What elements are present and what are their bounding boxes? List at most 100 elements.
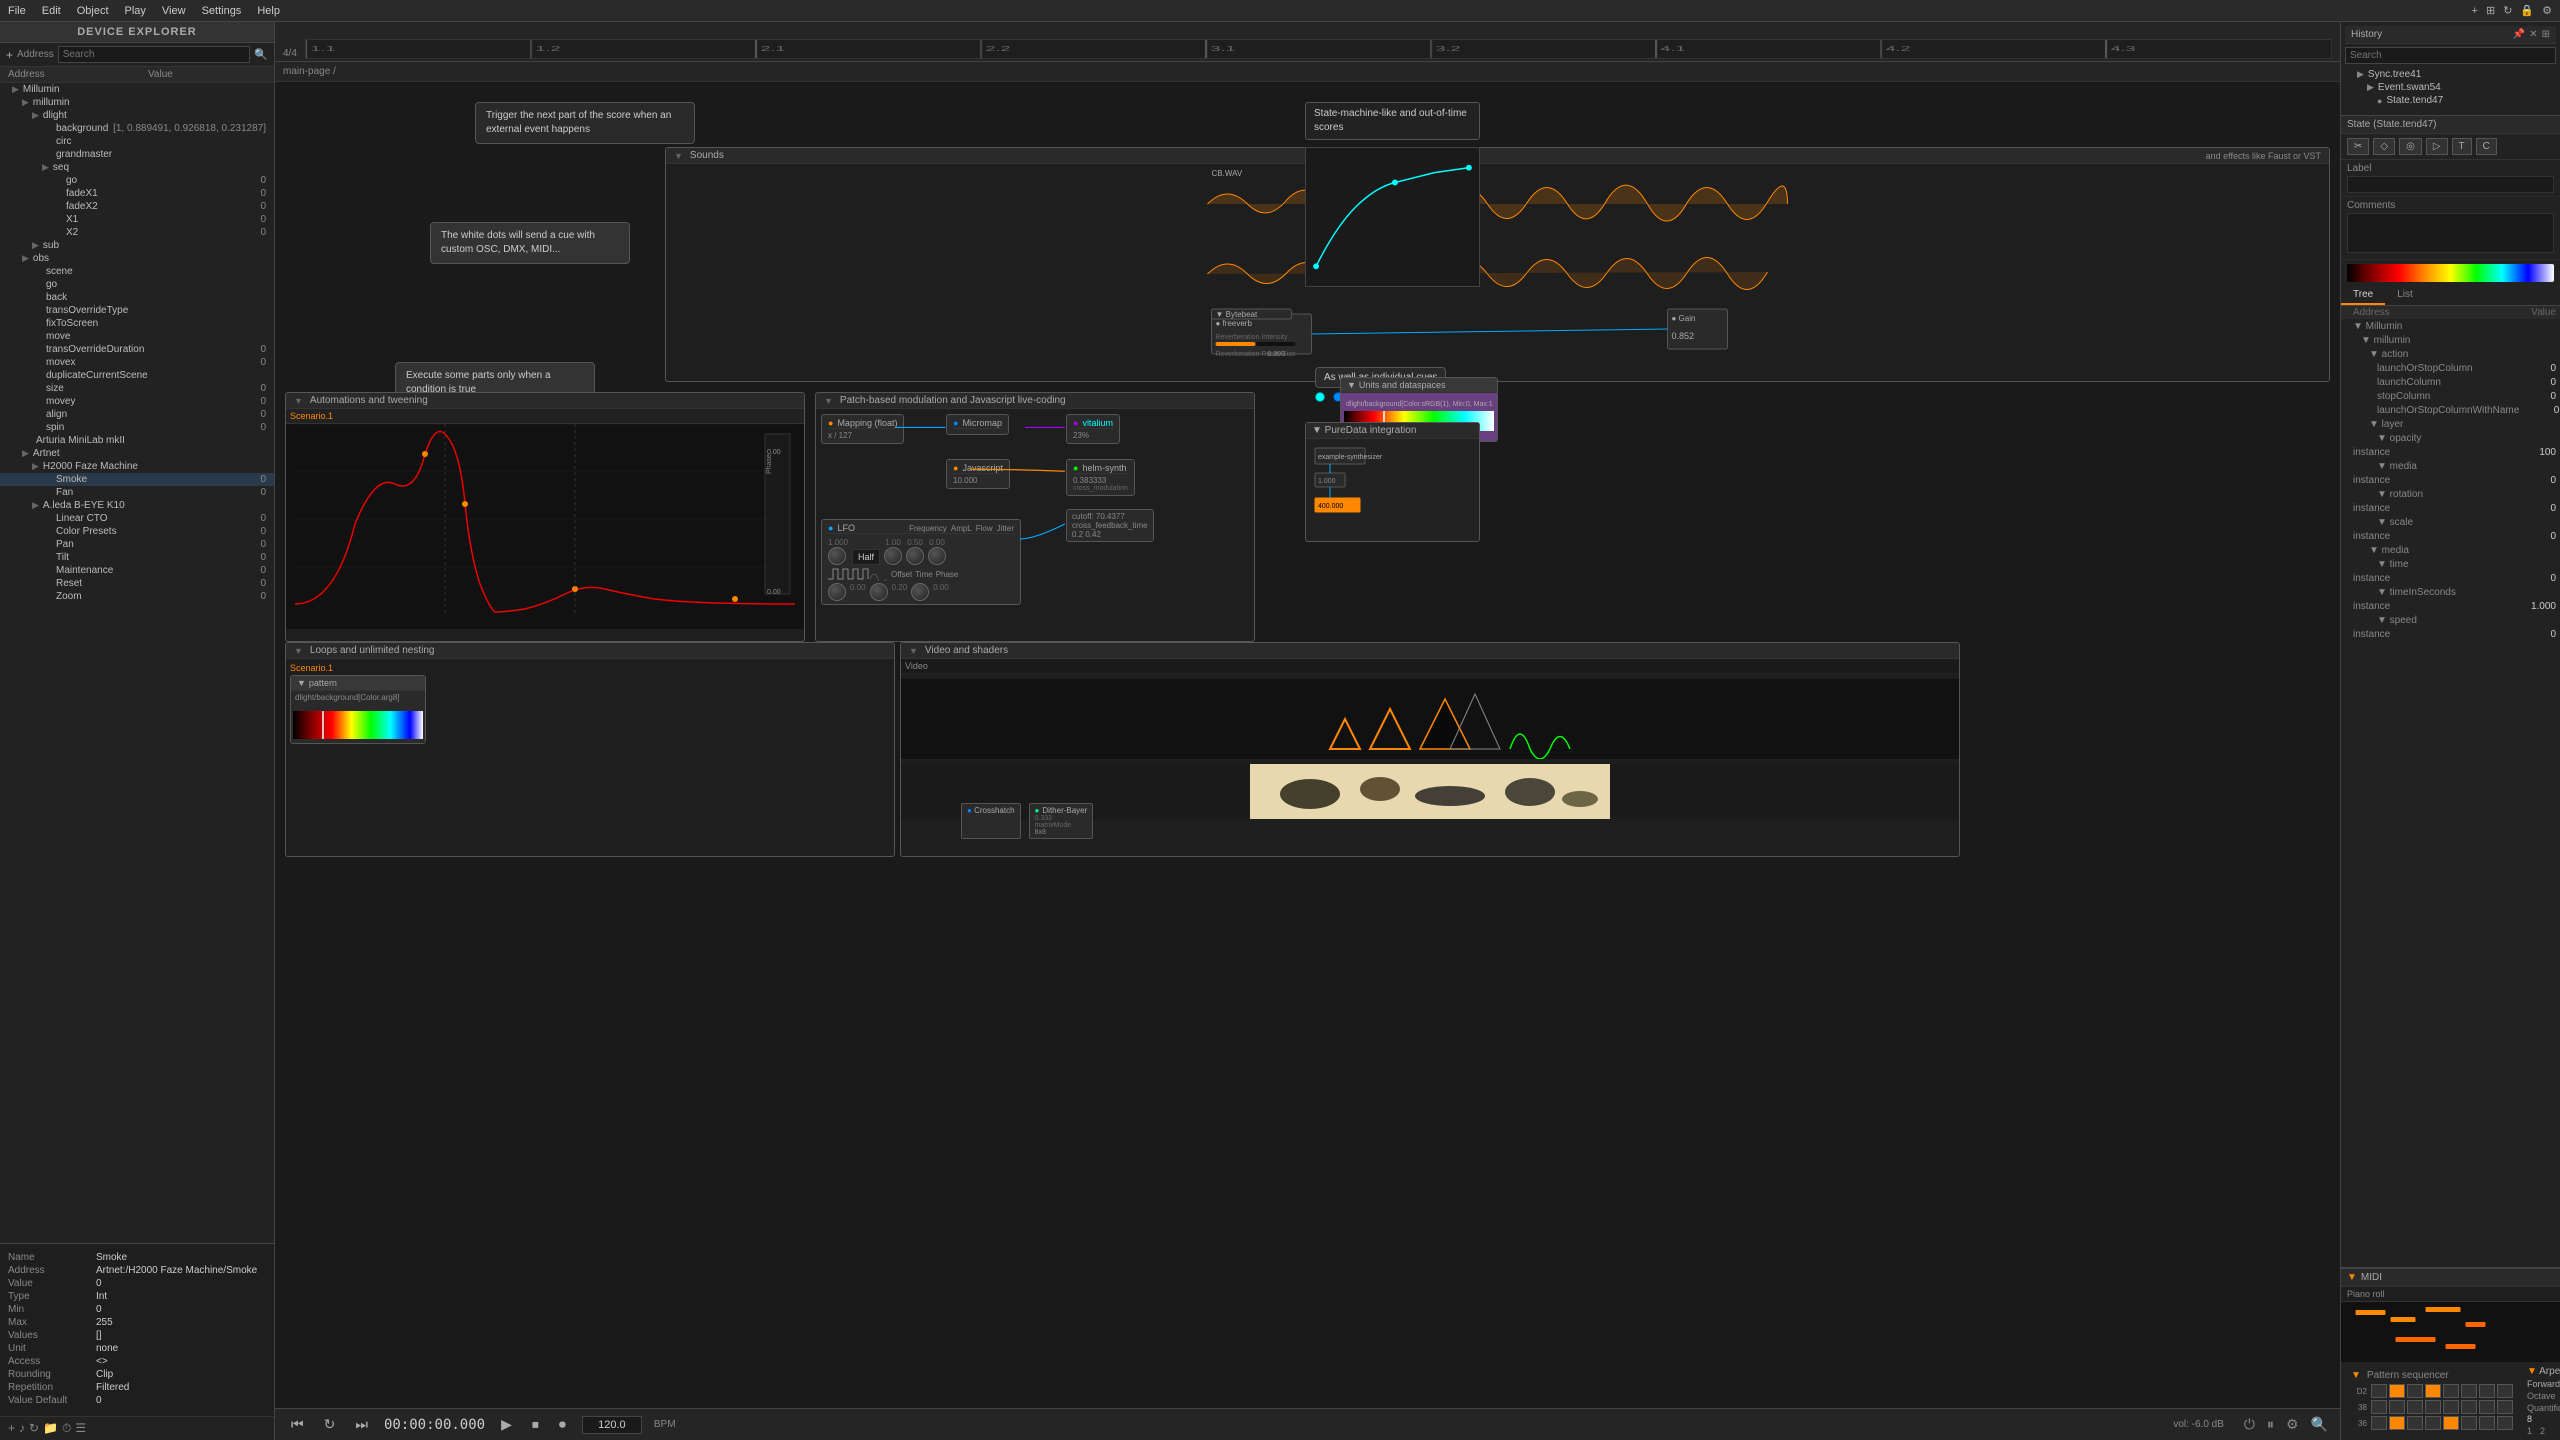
device-tree-item[interactable]: X1 0 [0, 213, 274, 226]
prop-tree-item[interactable]: launchOrStopColumn 0 [2341, 362, 2560, 376]
pattern-cell[interactable] [2407, 1384, 2423, 1398]
device-tree-item[interactable]: back [0, 291, 274, 304]
tab-list[interactable]: List [2385, 286, 2425, 305]
prop-tree-item[interactable]: launchColumn 0 [2341, 376, 2560, 390]
device-tree-item[interactable]: ▶ A.leda B-EYE K10 [0, 499, 274, 512]
toolbar-icon-grid[interactable]: ⊞ [2486, 4, 2495, 17]
device-tree-item[interactable]: Reset 0 [0, 577, 274, 590]
prop-tree-item[interactable]: ▼ timeInSeconds [2341, 586, 2560, 600]
transport-loop-button[interactable]: ↻ [320, 1414, 340, 1435]
history-pin-icon[interactable]: 📌 [2513, 29, 2525, 40]
pattern-cell[interactable] [2389, 1400, 2405, 1414]
device-tree-item[interactable]: ▶ obs [0, 252, 274, 265]
transport-prev-button[interactable]: ⏮ [287, 1414, 308, 1435]
pattern-cell[interactable] [2443, 1416, 2459, 1430]
pattern-cell[interactable] [2497, 1400, 2513, 1414]
score-canvas[interactable]: Trigger the next part of the score when … [275, 82, 2340, 1408]
power-icon[interactable]: ⏻ [2244, 1416, 2255, 1433]
history-tree-item[interactable]: ▶ Event.swan54 [2349, 81, 2552, 94]
toolbar-icon-refresh[interactable]: ↻ [2503, 4, 2512, 17]
device-tree-item[interactable]: move [0, 330, 274, 343]
search-input[interactable] [58, 46, 251, 63]
bottom-icon-music[interactable]: ♪ [19, 1421, 25, 1436]
cue-dot-1[interactable] [1315, 392, 1325, 402]
pattern-cell[interactable] [2425, 1384, 2441, 1398]
menu-edit[interactable]: Edit [42, 5, 61, 17]
transport-stop-button[interactable]: ⏹ [528, 1414, 543, 1435]
pause-icon[interactable]: ⏸ [2267, 1416, 2274, 1433]
prop-tree-item[interactable]: ▼ opacity [2341, 432, 2560, 446]
prop-tree-item[interactable]: ▼ media [2341, 460, 2560, 474]
lfo-ampl-knob[interactable] [884, 547, 902, 565]
menu-play[interactable]: Play [125, 5, 146, 17]
prop-tree-item[interactable]: ▼ scale [2341, 516, 2560, 530]
pattern-cell[interactable] [2479, 1384, 2495, 1398]
toolbar-icon-add[interactable]: + [2472, 5, 2478, 17]
bottom-icon-loop[interactable]: ↻ [29, 1421, 39, 1436]
bottom-icon-history[interactable]: ⏱ [62, 1421, 71, 1436]
state-tool-play[interactable]: ▷ [2426, 138, 2448, 155]
device-tree-item[interactable]: fixToScreen [0, 317, 274, 330]
prop-tree-item[interactable]: ▼ media [2341, 544, 2560, 558]
state-tool-diamond[interactable]: ◇ [2373, 138, 2395, 155]
pattern-cell[interactable] [2461, 1416, 2477, 1430]
device-tree-item[interactable]: Smoke 0 [0, 473, 274, 486]
device-tree-item[interactable]: Color Presets 0 [0, 525, 274, 538]
device-tree-item[interactable]: Linear CTO 0 [0, 512, 274, 525]
device-tree-item[interactable]: background [1, 0.889491, 0.926818, 0.231… [0, 122, 274, 135]
settings-icon[interactable]: ⚙ [2286, 1416, 2299, 1433]
prop-tree-item[interactable]: instance 0 [2341, 474, 2560, 488]
pattern-cell[interactable] [2497, 1384, 2513, 1398]
pattern-cell[interactable] [2443, 1384, 2459, 1398]
state-tool-text[interactable]: T [2452, 138, 2472, 155]
pattern-cell[interactable] [2479, 1416, 2495, 1430]
pattern-cell[interactable] [2407, 1400, 2423, 1414]
pattern-cell[interactable] [2371, 1400, 2387, 1414]
prop-tree-item[interactable]: instance 0 [2341, 530, 2560, 544]
bpm-input[interactable] [582, 1416, 642, 1434]
search-icon[interactable]: 🔍 [254, 48, 268, 61]
state-tool-cut[interactable]: ✂ [2347, 138, 2369, 155]
device-tree-item[interactable]: transOverrideDuration 0 [0, 343, 274, 356]
prop-tree-item[interactable]: Address Value [2341, 306, 2560, 320]
prop-tree-item[interactable]: ▼ layer [2341, 418, 2560, 432]
pattern-cell[interactable] [2497, 1416, 2513, 1430]
device-tree-item[interactable]: grandmaster [0, 148, 274, 161]
add-address-button[interactable]: + [6, 48, 13, 62]
prop-tree-item[interactable]: instance 0 [2341, 628, 2560, 642]
history-expand-icon[interactable]: ⊞ [2542, 29, 2550, 40]
comments-input[interactable] [2347, 213, 2554, 253]
tab-tree[interactable]: Tree [2341, 286, 2385, 305]
device-tree-item[interactable]: ▶ Millumin [0, 83, 274, 96]
device-tree-item[interactable]: Pan 0 [0, 538, 274, 551]
prop-tree-item[interactable]: ▼ rotation [2341, 488, 2560, 502]
device-tree-item[interactable]: ▶ H2000 Faze Machine [0, 460, 274, 473]
lfo-phase-knob[interactable] [911, 583, 929, 601]
pattern-cell[interactable] [2461, 1384, 2477, 1398]
device-tree-item[interactable]: ▶ sub [0, 239, 274, 252]
lfo-time-knob[interactable] [870, 583, 888, 601]
prop-tree-item[interactable]: stopColumn 0 [2341, 390, 2560, 404]
history-tree-item[interactable]: ● State.tend47 [2349, 94, 2552, 107]
pattern-cell[interactable] [2425, 1400, 2441, 1414]
state-tool-circle[interactable]: ◎ [2399, 138, 2422, 155]
pattern-cell[interactable] [2479, 1400, 2495, 1414]
device-tree-item[interactable]: ▶ seq [0, 161, 274, 174]
transport-play-button[interactable]: ▶ [497, 1414, 516, 1435]
device-tree-item[interactable]: Tilt 0 [0, 551, 274, 564]
menu-object[interactable]: Object [77, 5, 109, 17]
lfo-jitter-knob[interactable] [928, 547, 946, 565]
transport-next-button[interactable]: ⏭ [351, 1414, 372, 1435]
device-tree-item[interactable]: X2 0 [0, 226, 274, 239]
device-tree-item[interactable]: fadeX1 0 [0, 187, 274, 200]
prop-tree-item[interactable]: ▼ time [2341, 558, 2560, 572]
transport-record-button[interactable]: ⏺ [555, 1414, 570, 1435]
history-tree-item[interactable]: ▶ Sync.tree41 [2349, 68, 2552, 81]
menu-help[interactable]: Help [257, 5, 280, 17]
prop-tree-item[interactable]: instance 100 [2341, 446, 2560, 460]
device-tree-item[interactable]: Fan 0 [0, 486, 274, 499]
prop-tree-item[interactable]: ▼ millumin [2341, 334, 2560, 348]
prop-tree-item[interactable]: ▼ speed [2341, 614, 2560, 628]
device-tree-item[interactable]: movex 0 [0, 356, 274, 369]
pattern-cell[interactable] [2443, 1400, 2459, 1414]
